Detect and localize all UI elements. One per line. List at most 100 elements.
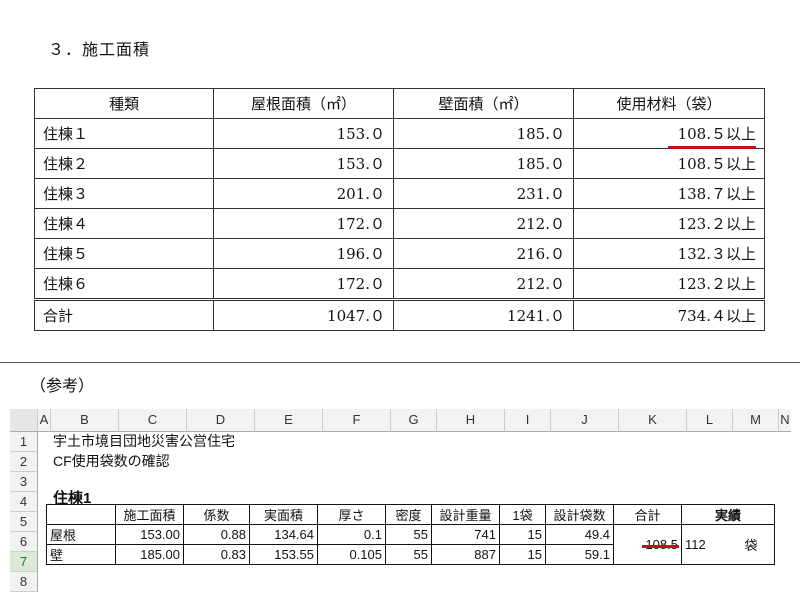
total-label: 合計 — [34, 298, 214, 331]
col-header-f[interactable]: F — [323, 409, 391, 432]
grid-corner[interactable] — [46, 504, 116, 525]
grid-header[interactable]: 1袋 — [499, 504, 546, 525]
grid-cell[interactable]: 0.1 — [317, 524, 386, 545]
table-row: 屋根 153.00 0.88 134.64 0.1 55 741 15 49.4… — [46, 524, 775, 565]
grid-header-total[interactable]: 合計 — [613, 504, 682, 525]
grid-actual-unit[interactable]: 袋 — [728, 524, 775, 565]
col-header-c[interactable]: C — [119, 409, 187, 432]
table-row: 住棟２ 153.０ 185.０ 108.５以上 — [34, 148, 765, 179]
grid-cell[interactable]: 153.00 — [115, 524, 184, 545]
grid-cell[interactable]: 55 — [385, 524, 432, 545]
grid-cell[interactable]: 59.1 — [545, 544, 614, 565]
col-header-n[interactable]: N — [779, 409, 791, 432]
roof-area: 196.０ — [213, 238, 394, 269]
wall-area: 212.０ — [393, 268, 574, 300]
grid-header[interactable]: 係数 — [183, 504, 250, 525]
row-header-6[interactable]: 6 — [10, 532, 38, 552]
row-label: 住棟２ — [34, 148, 214, 179]
table-row: 住棟３ 201.０ 231.０ 138.７以上 — [34, 178, 765, 209]
row-label: 住棟３ — [34, 178, 214, 209]
grid-cell[interactable]: 49.4 — [545, 524, 614, 545]
row-label: 住棟１ — [34, 118, 214, 149]
header-wall-area: 壁面積（㎡） — [393, 88, 574, 119]
col-header-j[interactable]: J — [551, 409, 619, 432]
grid-header-actual[interactable]: 実績 — [681, 504, 775, 525]
wall-area: 185.０ — [393, 148, 574, 179]
grid-actual-value[interactable]: 112 — [681, 524, 728, 565]
row-label: 住棟４ — [34, 208, 214, 239]
table-row: 住棟５ 196.０ 216.０ 132.３以上 — [34, 238, 765, 269]
wall-area: 185.０ — [393, 118, 574, 149]
reference-title: （参考） — [30, 376, 95, 395]
roof-area: 172.０ — [213, 268, 394, 300]
header-material: 使用材料（袋） — [573, 88, 765, 119]
section-divider — [0, 362, 800, 363]
table-header-row: 種類 屋根面積（㎡） 壁面積（㎡） 使用材料（袋） — [34, 88, 765, 119]
col-header-m[interactable]: M — [733, 409, 779, 432]
grid-cell[interactable]: 15 — [499, 524, 546, 545]
grid-header[interactable]: 実面積 — [249, 504, 318, 525]
red-underline — [668, 146, 756, 149]
grid-header[interactable]: 設計重量 — [431, 504, 500, 525]
grid-header[interactable]: 密度 — [385, 504, 432, 525]
grid-cell[interactable]: 55 — [385, 544, 432, 565]
cell-b2[interactable]: CF使用袋数の確認 — [53, 452, 170, 471]
grid-row-label[interactable]: 屋根 — [46, 524, 116, 545]
table-row: 住棟４ 172.０ 212.０ 123.２以上 — [34, 208, 765, 239]
row-header-2[interactable]: 2 — [10, 452, 38, 472]
total-material-bags: 734.４以上 — [573, 298, 765, 331]
grid-header[interactable]: 施工面積 — [115, 504, 184, 525]
col-header-e[interactable]: E — [255, 409, 323, 432]
roof-area: 153.０ — [213, 148, 394, 179]
grid-cell[interactable]: 887 — [431, 544, 500, 565]
grid-cell[interactable]: 185.00 — [115, 544, 184, 565]
calc-grid: 施工面積 係数 実面積 厚さ 密度 設計重量 1袋 設計袋数 合計 実績 屋根 … — [46, 504, 775, 565]
grid-cell[interactable]: 741 — [431, 524, 500, 545]
table-row: 住棟６ 172.０ 212.０ 123.２以上 — [34, 268, 765, 300]
material-bags: 108.５以上 — [573, 148, 765, 179]
col-header-b[interactable]: B — [51, 409, 119, 432]
table-total-row: 合計 1047.０ 1241.０ 734.４以上 — [34, 298, 765, 331]
col-header-l[interactable]: L — [687, 409, 733, 432]
row-header-1[interactable]: 1 — [10, 432, 38, 452]
total-wall-area: 1241.０ — [393, 298, 574, 331]
roof-area: 153.０ — [213, 118, 394, 149]
wall-area: 212.０ — [393, 208, 574, 239]
col-header-i[interactable]: I — [505, 409, 551, 432]
row-header-8[interactable]: 8 — [10, 572, 38, 592]
row-header-5[interactable]: 5 — [10, 512, 38, 532]
red-underline-total — [642, 545, 679, 548]
col-header-a[interactable]: A — [38, 409, 51, 432]
wall-area: 216.０ — [393, 238, 574, 269]
row-header-7[interactable]: 7 — [10, 552, 38, 572]
grid-row-label[interactable]: 壁 — [46, 544, 116, 565]
row-label: 住棟５ — [34, 238, 214, 269]
material-bags: 138.７以上 — [573, 178, 765, 209]
table-row: 住棟１ 153.０ 185.０ 108.５以上 — [34, 118, 765, 149]
material-bags: 108.５以上 — [573, 118, 765, 149]
grid-cell[interactable]: 134.64 — [249, 524, 318, 545]
select-all-corner[interactable] — [10, 409, 38, 432]
grid-cell[interactable]: 15 — [499, 544, 546, 565]
grid-cell[interactable]: 0.88 — [183, 524, 250, 545]
col-header-h[interactable]: H — [437, 409, 505, 432]
grid-header[interactable]: 厚さ — [317, 504, 386, 525]
grid-cell[interactable]: 0.105 — [317, 544, 386, 565]
grid-cell[interactable]: 0.83 — [183, 544, 250, 565]
wall-area: 231.０ — [393, 178, 574, 209]
col-header-k[interactable]: K — [619, 409, 687, 432]
material-bags: 132.３以上 — [573, 238, 765, 269]
cell-b1[interactable]: 宇土市境目団地災害公営住宅 — [53, 432, 235, 451]
grid-cell[interactable]: 153.55 — [249, 544, 318, 565]
header-type: 種類 — [34, 88, 214, 119]
grid-header[interactable]: 設計袋数 — [545, 504, 614, 525]
total-roof-area: 1047.０ — [213, 298, 394, 331]
col-header-d[interactable]: D — [187, 409, 255, 432]
section-title: ３．施工面積 — [48, 40, 151, 59]
row-header-3[interactable]: 3 — [10, 472, 38, 492]
row-header-4[interactable]: 4 — [10, 492, 38, 512]
col-header-g[interactable]: G — [391, 409, 437, 432]
roof-area: 201.０ — [213, 178, 394, 209]
row-label: 住棟６ — [34, 268, 214, 300]
material-bags: 123.２以上 — [573, 268, 765, 300]
